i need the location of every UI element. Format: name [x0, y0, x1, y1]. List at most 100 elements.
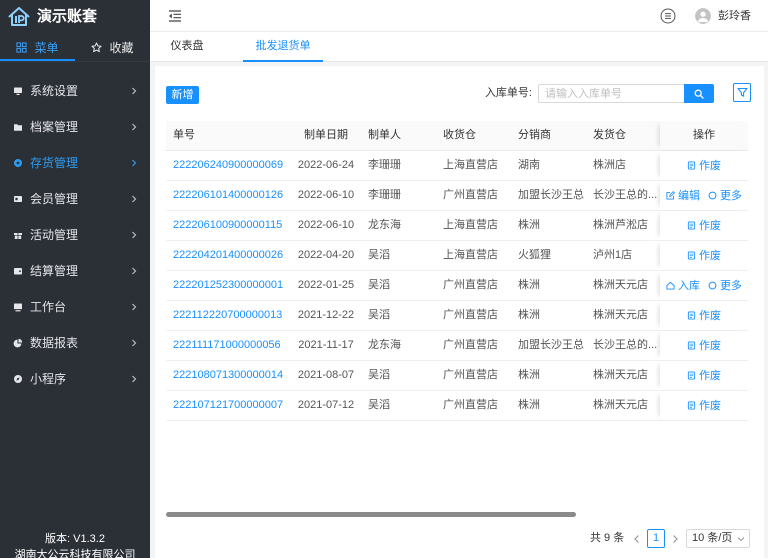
action-void-button[interactable]: 作废 — [687, 219, 721, 233]
tab-wholesale-return[interactable]: 批发退货单 — [243, 32, 323, 62]
menu-circle-icon[interactable] — [660, 8, 676, 24]
sidebar-item-label: 档案管理 — [30, 120, 79, 134]
col-distributor-header: 分销商 — [518, 129, 551, 141]
action-label: 更多 — [720, 189, 742, 202]
action-void-button[interactable]: 作废 — [687, 339, 721, 353]
chevron-right-icon — [129, 86, 139, 96]
col-date-cell: 2021-12-22 — [297, 309, 355, 321]
col-maker-cell: 吴滔 — [368, 369, 390, 381]
table-row: 222206101400000126 2022-06-10 李珊珊 广州直营店 加盟长沙… — [166, 181, 748, 211]
action-edit-button[interactable]: 编辑 — [666, 189, 700, 203]
sidebar-item-activity[interactable]: 活动管理 — [0, 217, 150, 253]
col-receive-warehouse-cell: 广州直营店 — [443, 399, 498, 411]
tab-dashboard[interactable]: 仪表盘 — [157, 32, 217, 62]
filter-icon — [736, 87, 748, 98]
search-label: 入库单号: — [484, 87, 532, 99]
table-row: 222206240900000069 2022-06-24 李珊珊 上海直营店 湖南 株洲… — [166, 151, 748, 181]
sidebar-tab-menu[interactable]: 菜单 — [0, 34, 75, 60]
horizontal-scrollbar[interactable] — [166, 512, 576, 517]
action-void-button[interactable]: 作废 — [687, 399, 721, 413]
action-label: 作废 — [699, 339, 721, 352]
wallet-icon — [13, 266, 23, 276]
more-icon — [708, 191, 717, 200]
col-receive-warehouse-cell: 广州直营店 — [443, 309, 498, 321]
search-icon — [694, 89, 704, 99]
search-input[interactable] — [538, 84, 685, 103]
row-actions: 作废 — [660, 211, 748, 240]
table-row: 222111171000000056 2021-11-17 龙东海 广州直营店 加盟长沙… — [166, 331, 748, 361]
sidebar-item-label: 会员管理 — [30, 192, 79, 206]
action-more-button[interactable]: 更多 — [708, 279, 742, 293]
order-no-link[interactable]: 222206240900000069 — [166, 151, 292, 180]
col-date-cell: 2022-06-10 — [297, 219, 355, 231]
action-inbound-button[interactable]: 入库 — [666, 279, 700, 293]
action-label: 入库 — [678, 279, 700, 292]
sidebar-tab-favorites[interactable]: 收藏 — [75, 34, 150, 60]
chevron-left-icon[interactable] — [632, 533, 642, 545]
row-actions: 编辑 更多 — [660, 181, 748, 210]
sidebar-item-settlement[interactable]: 结算管理 — [0, 253, 150, 289]
col-receive-warehouse-cell: 上海直营店 — [443, 219, 498, 231]
col-maker-cell: 吴滔 — [368, 249, 390, 261]
chevron-right-icon — [129, 158, 139, 168]
sidebar-item-mini-program[interactable]: 小程序 — [0, 361, 150, 397]
collapse-menu-icon[interactable] — [168, 10, 182, 22]
user-name[interactable]: 彭玲香 — [718, 0, 751, 32]
sidebar-item-workbench[interactable]: 工作台 — [0, 289, 150, 325]
order-no-link[interactable]: 222108071300000014 — [166, 361, 292, 390]
sidebar-item-archive[interactable]: 档案管理 — [0, 109, 150, 145]
add-button[interactable]: 新增 — [166, 86, 199, 104]
order-no-link[interactable]: 222111171000000056 — [166, 331, 292, 360]
void-icon — [687, 161, 696, 170]
col-receive-warehouse-cell: 广州直营店 — [443, 189, 498, 201]
action-label: 作废 — [699, 309, 721, 322]
order-no-link[interactable]: 222206100900000115 — [166, 211, 292, 240]
col-maker-cell: 吴滔 — [368, 399, 390, 411]
page-tabs: 仪表盘 批发退货单 — [150, 32, 768, 62]
order-no-link[interactable]: 222206101400000126 — [166, 181, 292, 210]
filter-button[interactable] — [733, 83, 751, 102]
col-receive-warehouse-header: 收货仓 — [443, 129, 476, 141]
col-send-warehouse-cell: 长沙王总的... — [593, 189, 658, 201]
chevron-right-icon[interactable] — [670, 533, 680, 545]
row-actions: 作废 — [660, 241, 748, 270]
order-no-link[interactable]: 222112220700000013 — [166, 301, 292, 330]
chevron-right-icon — [129, 302, 139, 312]
sidebar-item-label: 系统设置 — [30, 84, 79, 98]
action-label: 作废 — [699, 369, 721, 382]
sidebar-item-label: 小程序 — [30, 372, 67, 386]
action-void-button[interactable]: 作废 — [687, 369, 721, 383]
action-void-button[interactable]: 作废 — [687, 309, 721, 323]
top-bar: 彭玲香 — [150, 0, 768, 32]
search-button[interactable] — [684, 84, 714, 103]
sidebar-item-label: 工作台 — [30, 300, 67, 314]
sidebar-item-inventory[interactable]: 存货管理 — [0, 145, 150, 181]
user-avatar[interactable] — [695, 8, 711, 24]
void-icon — [687, 341, 696, 350]
pie-chart-icon — [13, 338, 23, 348]
col-date-cell: 2021-11-17 — [298, 339, 354, 351]
sidebar-item-system-settings[interactable]: 系统设置 — [0, 73, 150, 109]
pagination-page-1[interactable]: 1 — [647, 529, 665, 548]
col-maker-cell: 龙东海 — [368, 219, 401, 231]
table-row: 222201252300000001 2022-01-25 吴滔 广州直营店 株洲 株洲天… — [166, 271, 748, 301]
order-no-link[interactable]: 222107121700000007 — [166, 391, 292, 420]
col-receive-warehouse-cell: 上海直营店 — [443, 249, 498, 261]
row-actions: 作废 — [660, 331, 748, 360]
table-row: 222108071300000014 2021-08-07 吴滔 广州直营店 株洲 株洲天… — [166, 361, 748, 391]
action-label: 更多 — [720, 279, 742, 292]
action-void-button[interactable]: 作废 — [687, 159, 721, 173]
void-icon — [687, 371, 696, 380]
col-distributor-cell: 株洲 — [518, 219, 540, 231]
order-no-link[interactable]: 222204201400000026 — [166, 241, 292, 270]
order-no-link[interactable]: 222201252300000001 — [166, 271, 292, 300]
action-void-button[interactable]: 作废 — [687, 249, 721, 263]
page-size-select[interactable]: 10 条/页 — [686, 529, 750, 548]
col-send-warehouse-cell: 株洲天元店 — [593, 279, 648, 291]
row-actions: 作废 — [660, 151, 748, 180]
sidebar-item-member[interactable]: 会员管理 — [0, 181, 150, 217]
star-icon — [91, 41, 103, 53]
action-more-button[interactable]: 更多 — [708, 189, 742, 203]
col-order-no-header: 单号 — [173, 129, 195, 141]
sidebar-item-reports[interactable]: 数据报表 — [0, 325, 150, 361]
